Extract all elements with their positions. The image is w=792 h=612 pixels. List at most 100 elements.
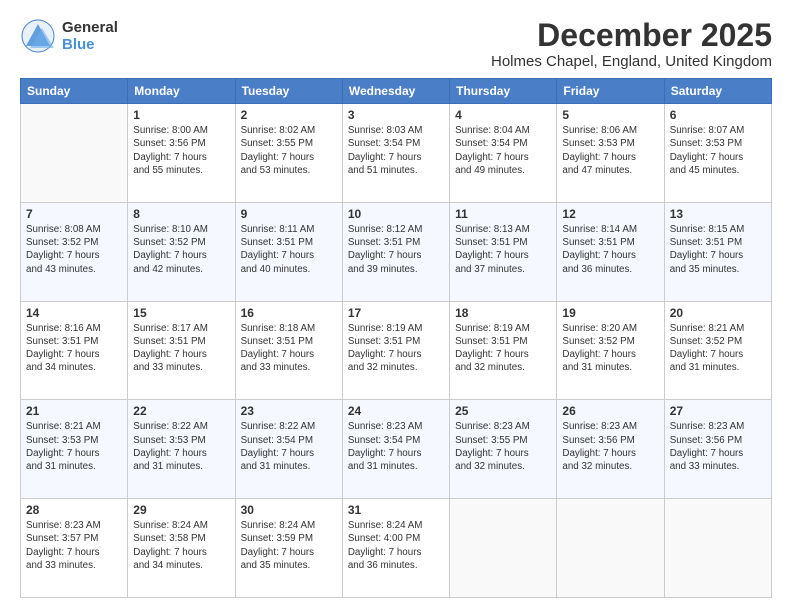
day-info: Sunrise: 8:00 AM Sunset: 3:56 PM Dayligh… [133,124,229,177]
day-info: Sunrise: 8:10 AM Sunset: 3:52 PM Dayligh… [133,223,229,276]
day-info: Sunrise: 8:02 AM Sunset: 3:55 PM Dayligh… [241,124,337,177]
calendar-header: SundayMondayTuesdayWednesdayThursdayFrid… [21,79,772,104]
calendar-cell [450,499,557,598]
day-info: Sunrise: 8:24 AM Sunset: 3:59 PM Dayligh… [241,519,337,572]
day-number: 19 [562,306,658,320]
day-number: 31 [348,503,444,517]
calendar-cell: 5 Sunrise: 8:06 AM Sunset: 3:53 PM Daylig… [557,104,664,203]
calendar-week-row: 1 Sunrise: 8:00 AM Sunset: 3:56 PM Daylig… [21,104,772,203]
day-number: 2 [241,108,337,122]
calendar-subtitle: Holmes Chapel, England, United Kingdom [491,53,772,70]
day-number: 14 [26,306,122,320]
weekday-header: Thursday [450,79,557,104]
day-number: 27 [670,404,766,418]
calendar-cell: 26 Sunrise: 8:23 AM Sunset: 3:56 PM Dayli… [557,400,664,499]
day-number: 15 [133,306,229,320]
day-number: 11 [455,207,551,221]
calendar-week-row: 7 Sunrise: 8:08 AM Sunset: 3:52 PM Daylig… [21,202,772,301]
calendar-cell: 23Sunrise: 8:22 AM Sunset: 3:54 PM Dayli… [235,400,342,499]
day-number: 4 [455,108,551,122]
logo: General Blue [20,18,118,54]
calendar-cell: 10Sunrise: 8:12 AM Sunset: 3:51 PM Dayli… [342,202,449,301]
weekday-header: Wednesday [342,79,449,104]
day-number: 18 [455,306,551,320]
weekday-header: Monday [128,79,235,104]
calendar-cell: 24Sunrise: 8:23 AM Sunset: 3:54 PM Dayli… [342,400,449,499]
day-info: Sunrise: 8:16 AM Sunset: 3:51 PM Dayligh… [26,322,122,375]
day-number: 5 [562,108,658,122]
day-info: Sunrise: 8:20 AM Sunset: 3:52 PM Dayligh… [562,322,658,375]
calendar-cell: 8 Sunrise: 8:10 AM Sunset: 3:52 PM Daylig… [128,202,235,301]
calendar-cell: 15 Sunrise: 8:17 AM Sunset: 3:51 PM Dayli… [128,301,235,400]
day-number: 22 [133,404,229,418]
calendar-cell: 27 Sunrise: 8:23 AM Sunset: 3:56 PM Dayli… [664,400,771,499]
day-info: Sunrise: 8:08 AM Sunset: 3:52 PM Dayligh… [26,223,122,276]
day-info: Sunrise: 8:24 AM Sunset: 4:00 PM Dayligh… [348,519,444,572]
day-number: 7 [26,207,122,221]
day-info: Sunrise: 8:22 AM Sunset: 3:53 PM Dayligh… [133,420,229,473]
calendar-cell [21,104,128,203]
weekday-header: Sunday [21,79,128,104]
day-info: Sunrise: 8:23 AM Sunset: 3:56 PM Dayligh… [562,420,658,473]
day-number: 30 [241,503,337,517]
day-number: 6 [670,108,766,122]
calendar-week-row: 21Sunrise: 8:21 AM Sunset: 3:53 PM Dayli… [21,400,772,499]
day-info: Sunrise: 8:22 AM Sunset: 3:54 PM Dayligh… [241,420,337,473]
day-number: 1 [133,108,229,122]
day-number: 9 [241,207,337,221]
day-info: Sunrise: 8:18 AM Sunset: 3:51 PM Dayligh… [241,322,337,375]
weekday-header: Friday [557,79,664,104]
logo-text: General Blue [62,19,118,54]
day-info: Sunrise: 8:14 AM Sunset: 3:51 PM Dayligh… [562,223,658,276]
calendar-cell [557,499,664,598]
day-info: Sunrise: 8:23 AM Sunset: 3:56 PM Dayligh… [670,420,766,473]
day-info: Sunrise: 8:17 AM Sunset: 3:51 PM Dayligh… [133,322,229,375]
calendar-cell: 31 Sunrise: 8:24 AM Sunset: 4:00 PM Dayli… [342,499,449,598]
day-number: 3 [348,108,444,122]
page: General Blue December 2025 Holmes Chapel… [0,0,792,612]
day-number: 13 [670,207,766,221]
day-number: 29 [133,503,229,517]
calendar-cell: 2 Sunrise: 8:02 AM Sunset: 3:55 PM Daylig… [235,104,342,203]
calendar-cell: 14 Sunrise: 8:16 AM Sunset: 3:51 PM Dayli… [21,301,128,400]
day-number: 20 [670,306,766,320]
day-info: Sunrise: 8:11 AM Sunset: 3:51 PM Dayligh… [241,223,337,276]
calendar-table: SundayMondayTuesdayWednesdayThursdayFrid… [20,78,772,598]
day-number: 8 [133,207,229,221]
day-number: 26 [562,404,658,418]
header: General Blue December 2025 Holmes Chapel… [20,18,772,70]
day-info: Sunrise: 8:06 AM Sunset: 3:53 PM Dayligh… [562,124,658,177]
calendar-cell: 6 Sunrise: 8:07 AM Sunset: 3:53 PM Daylig… [664,104,771,203]
weekday-header: Saturday [664,79,771,104]
day-info: Sunrise: 8:21 AM Sunset: 3:52 PM Dayligh… [670,322,766,375]
day-info: Sunrise: 8:19 AM Sunset: 3:51 PM Dayligh… [348,322,444,375]
day-info: Sunrise: 8:03 AM Sunset: 3:54 PM Dayligh… [348,124,444,177]
calendar-cell: 13 Sunrise: 8:15 AM Sunset: 3:51 PM Dayli… [664,202,771,301]
calendar-cell: 25Sunrise: 8:23 AM Sunset: 3:55 PM Dayli… [450,400,557,499]
calendar-cell: 20 Sunrise: 8:21 AM Sunset: 3:52 PM Dayli… [664,301,771,400]
day-info: Sunrise: 8:04 AM Sunset: 3:54 PM Dayligh… [455,124,551,177]
calendar-title: December 2025 [491,18,772,53]
day-info: Sunrise: 8:07 AM Sunset: 3:53 PM Dayligh… [670,124,766,177]
calendar-cell: 17Sunrise: 8:19 AM Sunset: 3:51 PM Dayli… [342,301,449,400]
day-number: 28 [26,503,122,517]
calendar-cell: 9 Sunrise: 8:11 AM Sunset: 3:51 PM Daylig… [235,202,342,301]
day-info: Sunrise: 8:15 AM Sunset: 3:51 PM Dayligh… [670,223,766,276]
calendar-cell: 1 Sunrise: 8:00 AM Sunset: 3:56 PM Daylig… [128,104,235,203]
day-info: Sunrise: 8:19 AM Sunset: 3:51 PM Dayligh… [455,322,551,375]
calendar-cell: 3 Sunrise: 8:03 AM Sunset: 3:54 PM Daylig… [342,104,449,203]
day-number: 12 [562,207,658,221]
calendar-week-row: 28 Sunrise: 8:23 AM Sunset: 3:57 PM Dayli… [21,499,772,598]
calendar-cell: 18 Sunrise: 8:19 AM Sunset: 3:51 PM Dayli… [450,301,557,400]
weekday-row: SundayMondayTuesdayWednesdayThursdayFrid… [21,79,772,104]
calendar-week-row: 14 Sunrise: 8:16 AM Sunset: 3:51 PM Dayli… [21,301,772,400]
day-info: Sunrise: 8:21 AM Sunset: 3:53 PM Dayligh… [26,420,122,473]
day-info: Sunrise: 8:23 AM Sunset: 3:57 PM Dayligh… [26,519,122,572]
logo-line2: Blue [62,36,118,53]
calendar-cell: 4 Sunrise: 8:04 AM Sunset: 3:54 PM Daylig… [450,104,557,203]
day-info: Sunrise: 8:23 AM Sunset: 3:55 PM Dayligh… [455,420,551,473]
calendar-cell: 11Sunrise: 8:13 AM Sunset: 3:51 PM Dayli… [450,202,557,301]
calendar-cell: 16Sunrise: 8:18 AM Sunset: 3:51 PM Dayli… [235,301,342,400]
calendar-cell: 28 Sunrise: 8:23 AM Sunset: 3:57 PM Dayli… [21,499,128,598]
day-info: Sunrise: 8:23 AM Sunset: 3:54 PM Dayligh… [348,420,444,473]
